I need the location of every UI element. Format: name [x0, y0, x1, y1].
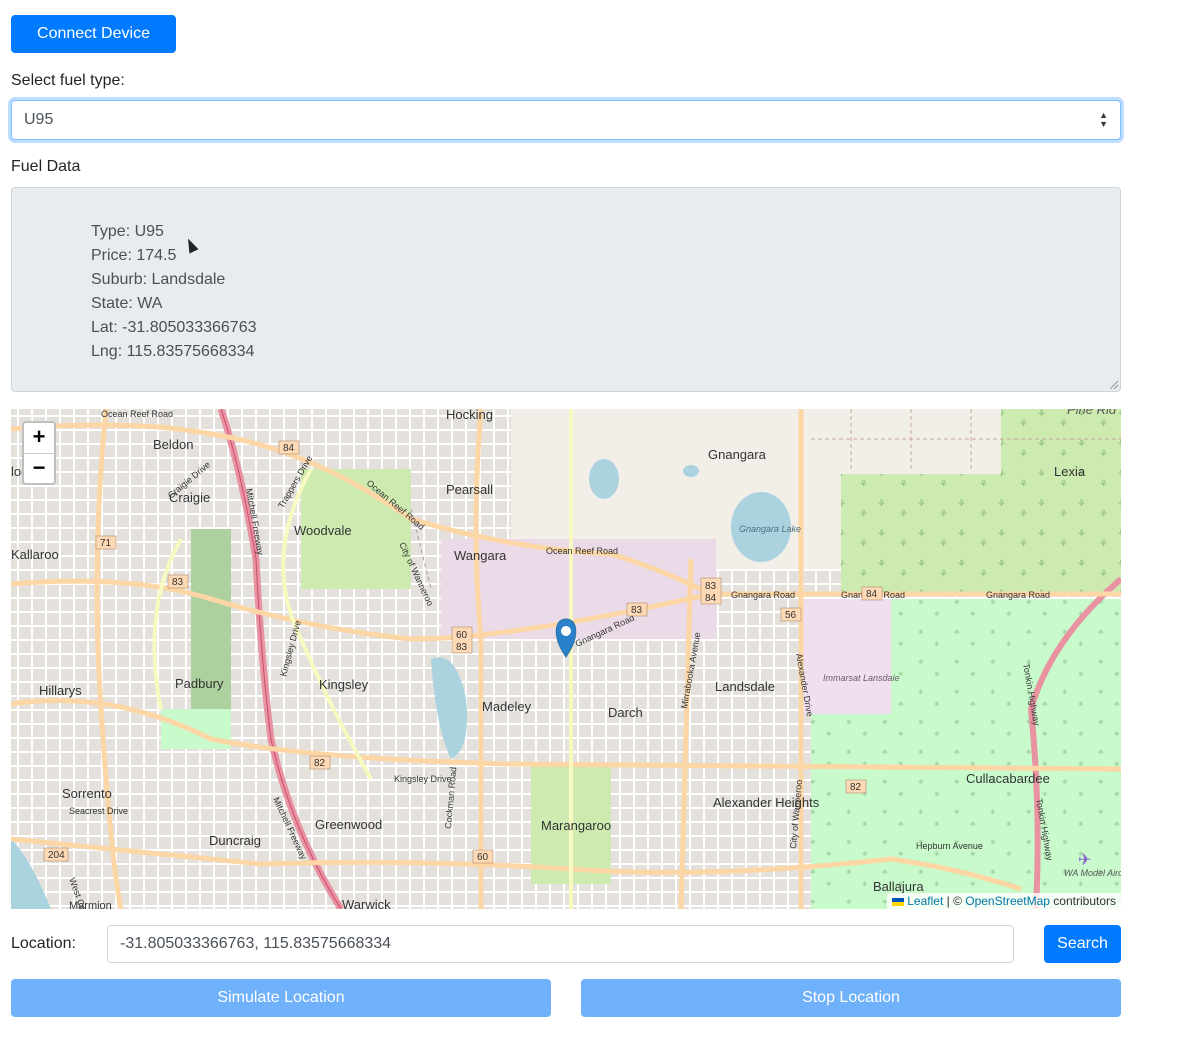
- place-label: Hocking: [446, 409, 493, 422]
- place-label: Pine Rid: [1067, 409, 1117, 417]
- fuel-type-label: Select fuel type:: [11, 72, 125, 89]
- airfield-icon: ✈: [1078, 852, 1091, 869]
- fuel-data-label: Fuel Data: [11, 158, 81, 175]
- fuel-price-line: Price: 174.5: [91, 247, 177, 264]
- place-label: Warwick: [342, 897, 391, 909]
- simulate-location-button[interactable]: Simulate Location: [11, 979, 551, 1017]
- road-label: Gnangara Road: [986, 590, 1050, 600]
- place-label: Ballajura: [873, 879, 924, 894]
- place-label: Beldon: [153, 437, 193, 452]
- fuel-state-line: State: WA: [91, 295, 163, 312]
- place-label: Cullacabardee: [966, 771, 1050, 786]
- place-label: Pearsall: [446, 482, 493, 497]
- place-label: Kallaroo: [11, 547, 59, 562]
- attribution-suffix: contributors: [1049, 894, 1116, 908]
- road-label: Ocean Reef Road: [546, 546, 618, 556]
- route-shield: 84: [283, 443, 295, 454]
- route-shield: 83: [631, 605, 643, 616]
- location-label: Location:: [11, 935, 76, 952]
- zoom-out-button[interactable]: −: [24, 454, 54, 484]
- fuel-suburb-line: Suburb: Landsdale: [91, 271, 226, 288]
- place-label: Immarsat Lansdale: [823, 673, 900, 683]
- route-shield: 60: [456, 630, 468, 641]
- fuel-type-selected-value: U95: [24, 111, 54, 128]
- place-label: Hillarys: [39, 683, 82, 698]
- place-label: Gnangara: [708, 447, 767, 462]
- road-label: Gnangara Road: [731, 590, 795, 600]
- fuel-lat-line: Lat: -31.805033366763: [91, 319, 257, 336]
- road-label: Hepburn Avenue: [916, 841, 983, 851]
- attribution-separator: | ©: [943, 894, 966, 908]
- map-tiles: ⚘ ⚘ ✶ ✶: [11, 409, 1121, 909]
- place-label: Woodvale: [294, 523, 352, 538]
- place-label: Alexander Heights: [713, 795, 820, 810]
- route-shield: 82: [850, 782, 862, 793]
- place-label: Madeley: [482, 699, 532, 714]
- road-label: Ocean Reef Road: [101, 409, 173, 419]
- route-shield: 83: [705, 581, 717, 592]
- ukraine-flag-icon: [892, 897, 905, 906]
- fuel-lng-line: Lng: 115.83575668334: [91, 343, 255, 360]
- place-label: Lexia: [1054, 464, 1086, 479]
- stop-location-button[interactable]: Stop Location: [581, 979, 1121, 1017]
- road-label: Seacrest Drive: [69, 806, 128, 816]
- road-label: Kingsley Drive: [394, 774, 452, 784]
- map-attribution: Leaflet | © OpenStreetMap contributors: [887, 893, 1121, 909]
- place-label: Marangaroo: [541, 818, 611, 833]
- location-input[interactable]: -31.805033366763, 115.83575668334: [107, 925, 1014, 963]
- zoom-control: + −: [22, 421, 56, 485]
- place-label: Kingsley: [319, 677, 369, 692]
- fuel-type-line: Type: U95: [91, 223, 164, 240]
- place-label: Darch: [608, 705, 643, 720]
- search-button[interactable]: Search: [1044, 925, 1121, 963]
- route-shield: 84: [705, 593, 717, 604]
- fuel-data-textarea: Type: U95 Price: 174.5 Suburb: Landsdale…: [11, 187, 1121, 392]
- place-label: Duncraig: [209, 833, 261, 848]
- place-label: Sorrento: [62, 786, 112, 801]
- place-label: Padbury: [175, 676, 224, 691]
- select-arrows-icon: ▲ ▼: [1099, 110, 1108, 129]
- osm-link[interactable]: OpenStreetMap: [965, 894, 1050, 908]
- route-shield: 82: [314, 758, 326, 769]
- fuel-type-select[interactable]: U95 ▲ ▼: [11, 100, 1121, 140]
- place-label: Landsdale: [715, 679, 775, 694]
- zoom-in-button[interactable]: +: [24, 423, 54, 454]
- route-shield: 83: [456, 642, 468, 653]
- route-shield: 204: [48, 850, 65, 861]
- route-shield: 60: [477, 852, 489, 863]
- route-shield: 84: [866, 589, 878, 600]
- route-shield: 83: [172, 577, 184, 588]
- place-label: WA Model Aircraft: [1064, 868, 1121, 878]
- leaflet-link[interactable]: Leaflet: [907, 894, 943, 908]
- route-shield: 71: [100, 538, 112, 549]
- route-shield: 56: [785, 610, 797, 621]
- place-label: Gnangara Lake: [739, 524, 801, 534]
- map-view[interactable]: ⚘ ⚘ ✶ ✶: [11, 409, 1121, 909]
- place-label: Greenwood: [315, 817, 382, 832]
- resize-grip-icon[interactable]: [1110, 381, 1118, 389]
- connect-device-button[interactable]: Connect Device: [11, 15, 176, 53]
- place-label: Wangara: [454, 548, 507, 563]
